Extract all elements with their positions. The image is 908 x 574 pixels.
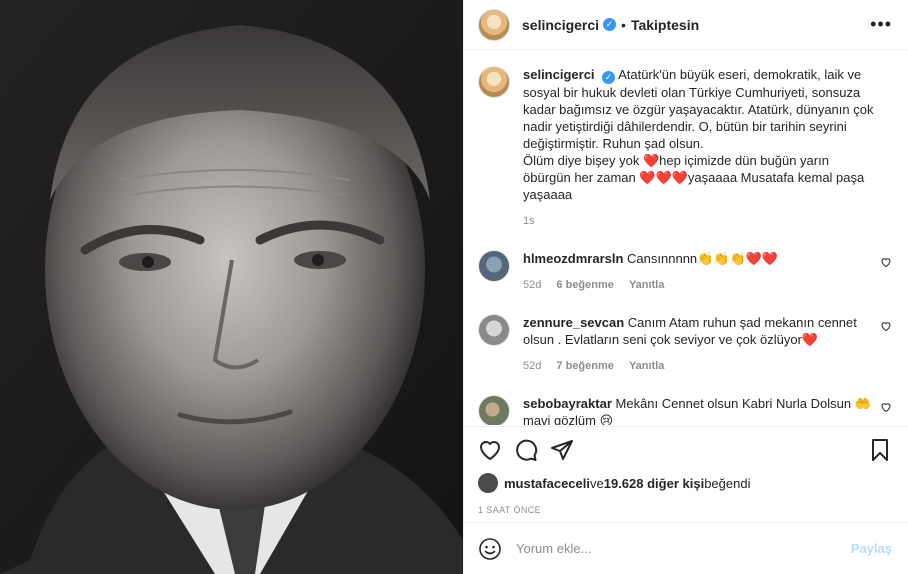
author-username[interactable]: selincigerci bbox=[522, 17, 599, 33]
post-time-ago[interactable]: 1 SAAT ÖNCE bbox=[478, 505, 892, 515]
post-actions: mustafaceceli ve 19.628 diğer kişi beğen… bbox=[464, 426, 908, 515]
caption-avatar[interactable] bbox=[478, 66, 510, 98]
comment-like-heart-icon[interactable] bbox=[880, 320, 892, 332]
caption-meta: 1s bbox=[523, 213, 874, 230]
comment-item: zennure_sevcan Canım Atam ruhun şad meka… bbox=[478, 314, 892, 375]
comment-meta: 52d 7 beğenme Yanıtla bbox=[523, 358, 874, 375]
post-photo[interactable] bbox=[0, 0, 463, 574]
verified-badge-icon: ✓ bbox=[602, 71, 616, 84]
commenter-avatar[interactable] bbox=[478, 314, 510, 346]
post-comment-button[interactable]: Paylaş bbox=[851, 541, 892, 556]
commenter-avatar[interactable] bbox=[478, 250, 510, 282]
caption-body: selincigerci ✓ Atatürk'ün büyük eseri, d… bbox=[523, 66, 892, 230]
commenter-avatar[interactable] bbox=[478, 395, 510, 425]
hearts-emoji: ❤️❤️❤️ bbox=[639, 170, 688, 185]
header-separator: • bbox=[621, 16, 626, 33]
heart-emoji: ❤️ bbox=[642, 153, 660, 168]
add-comment-bar: Paylaş bbox=[464, 522, 908, 574]
comment-username[interactable]: hlmeozdmrarsln bbox=[523, 251, 623, 266]
verified-badge-icon: ✓ bbox=[603, 18, 617, 31]
comment-like-heart-icon[interactable] bbox=[880, 256, 892, 268]
caption-username[interactable]: selincigerci bbox=[523, 67, 595, 82]
liker-avatar[interactable] bbox=[478, 473, 498, 493]
comment-body: sebobayraktar Mekânı Cennet olsun Kabri … bbox=[523, 395, 892, 425]
comment-text: Cansınnnnn👏👏👏❤️❤️ bbox=[627, 251, 779, 266]
post-side-panel: selincigerci ✓ • Takiptesin ••• selincig… bbox=[463, 0, 908, 574]
comment-item: sebobayraktar Mekânı Cennet olsun Kabri … bbox=[478, 395, 892, 425]
comments-list[interactable]: selincigerci ✓ Atatürk'ün büyük eseri, d… bbox=[464, 50, 908, 425]
more-options-icon[interactable]: ••• bbox=[870, 14, 892, 35]
instagram-post: selincigerci ✓ • Takiptesin ••• selincig… bbox=[0, 0, 908, 574]
emoji-smiley-icon[interactable] bbox=[478, 537, 502, 561]
post-header: selincigerci ✓ • Takiptesin ••• bbox=[464, 0, 908, 50]
comment-item: hlmeozdmrarsln Cansınnnnn👏👏👏❤️❤️ 52d 6 b… bbox=[478, 250, 892, 294]
follow-status-button[interactable]: Takiptesin bbox=[631, 17, 699, 33]
liker-username[interactable]: mustafaceceli bbox=[504, 476, 590, 491]
comment-body: hlmeozdmrarsln Cansınnnnn👏👏👏❤️❤️ 52d 6 b… bbox=[523, 250, 892, 294]
comment-body: zennure_sevcan Canım Atam ruhun şad meka… bbox=[523, 314, 892, 375]
share-send-icon[interactable] bbox=[550, 438, 574, 462]
action-icons bbox=[478, 436, 892, 464]
caption-text-line2a: Ölüm diye bişey yok bbox=[523, 153, 643, 168]
reply-button[interactable]: Yanıtla bbox=[629, 279, 664, 291]
comment-time[interactable]: 52d bbox=[523, 360, 541, 372]
likes-and: ve bbox=[590, 475, 604, 491]
comment-likes[interactable]: 7 beğenme bbox=[556, 360, 613, 372]
comment-likes[interactable]: 6 beğenme bbox=[556, 279, 613, 291]
author-avatar[interactable] bbox=[478, 8, 510, 41]
post-caption: selincigerci ✓ Atatürk'ün büyük eseri, d… bbox=[478, 66, 892, 230]
likes-summary: mustafaceceli ve 19.628 diğer kişi beğen… bbox=[478, 473, 892, 493]
comment-username[interactable]: sebobayraktar bbox=[523, 396, 612, 411]
comment-like-heart-icon[interactable] bbox=[880, 401, 892, 413]
reply-button[interactable]: Yanıtla bbox=[629, 360, 664, 372]
caption-time[interactable]: 1s bbox=[523, 215, 535, 227]
comment-input[interactable] bbox=[516, 541, 851, 556]
likes-liked: beğendi bbox=[704, 475, 751, 491]
comment-username[interactable]: zennure_sevcan bbox=[523, 315, 624, 330]
comment-time[interactable]: 52d bbox=[523, 279, 541, 291]
portrait-image bbox=[0, 0, 463, 574]
likes-count[interactable]: 19.628 diğer kişi bbox=[604, 476, 704, 491]
bookmark-icon[interactable] bbox=[868, 438, 892, 462]
like-heart-icon[interactable] bbox=[478, 438, 502, 462]
comment-meta: 52d 6 beğenme Yanıtla bbox=[523, 277, 874, 294]
comment-bubble-icon[interactable] bbox=[514, 438, 538, 462]
